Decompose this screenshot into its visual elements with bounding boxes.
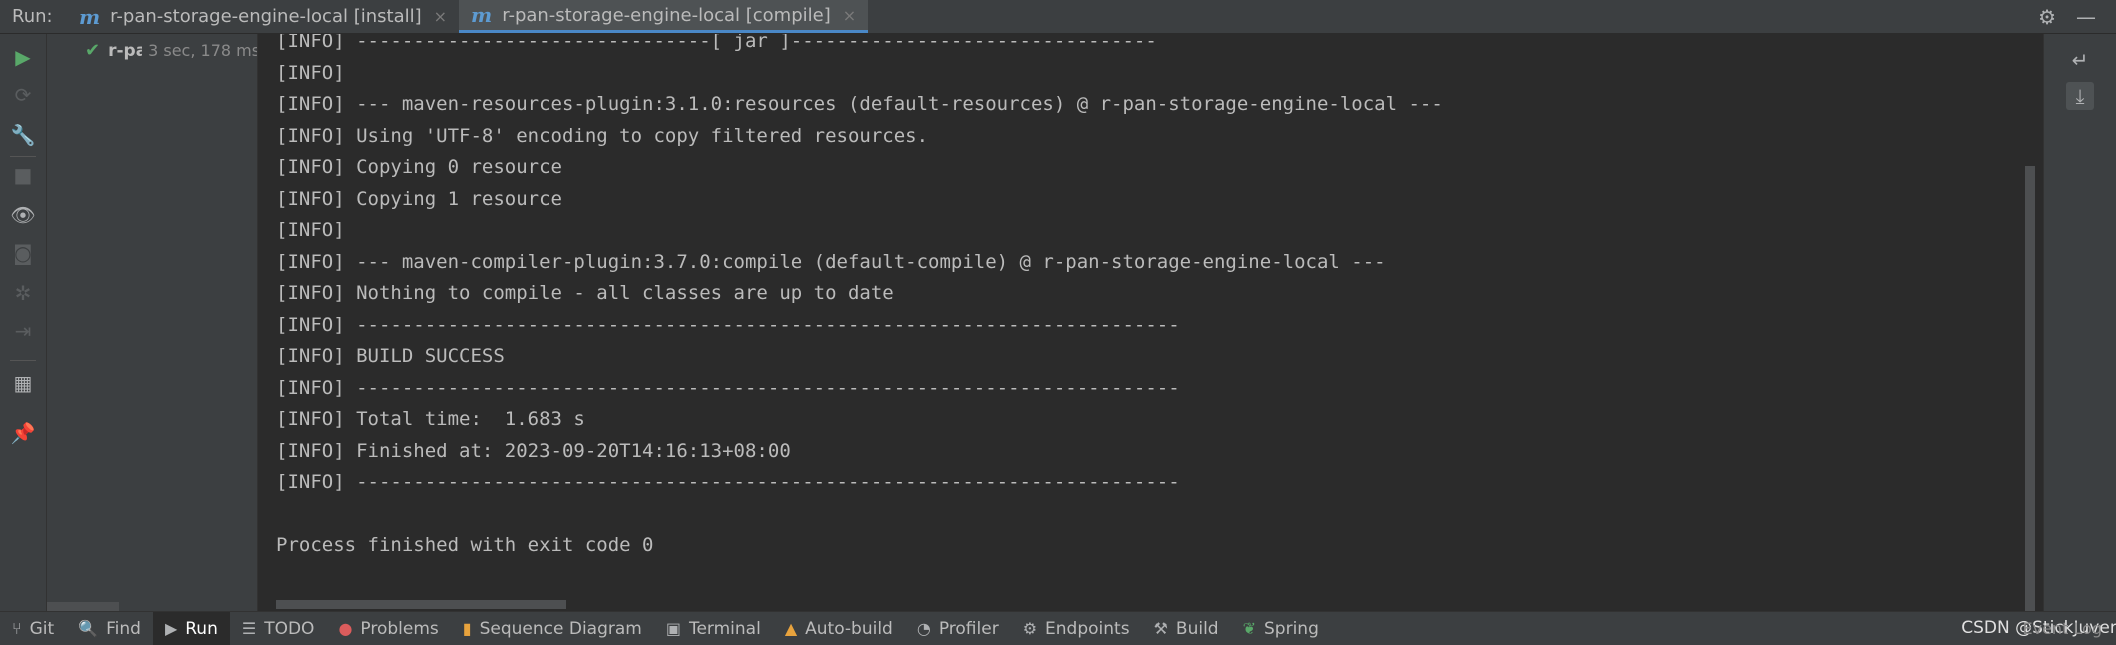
- run-toolbar: ▶ ⟳ 🔧 ■ 👁 ◙ ✲ ⇥ ▦ 📌: [0, 34, 47, 611]
- tree-scrollbar[interactable]: [47, 602, 119, 611]
- console-line: [INFO] -------------------------------[ …: [276, 34, 1157, 52]
- auto-build-tab[interactable]: ▲ Auto-build: [773, 612, 905, 645]
- console-line: [INFO]: [276, 219, 345, 241]
- endpoints-tab[interactable]: ⚙ Endpoints: [1011, 612, 1142, 645]
- search-icon: 🔍: [78, 619, 99, 638]
- exit-icon[interactable]: ⇥: [10, 318, 36, 344]
- git-label: Git: [29, 618, 55, 639]
- check-icon: ✔: [85, 40, 101, 61]
- camera-icon[interactable]: ◙: [10, 240, 36, 266]
- pin-icon[interactable]: 📌: [10, 420, 36, 446]
- maven-icon: m: [79, 4, 101, 29]
- close-icon[interactable]: ×: [434, 7, 447, 26]
- console-line: [INFO] BUILD SUCCESS: [276, 345, 505, 367]
- close-icon[interactable]: ×: [843, 6, 856, 25]
- debug-icon[interactable]: ✲: [10, 280, 36, 306]
- sequence-diagram-icon: ▮: [462, 619, 472, 638]
- console-line: [INFO] Total time: 1.683 s: [276, 408, 585, 430]
- endpoints-icon: ⚙: [1022, 619, 1038, 638]
- build-tab[interactable]: ⚒ Build: [1142, 612, 1231, 645]
- soft-wrap-icon[interactable]: ↵: [2066, 46, 2094, 74]
- console-line: [INFO] --- maven-compiler-plugin:3.7.0:c…: [276, 250, 1386, 273]
- console-line: [INFO] Copying 1 resource: [276, 187, 562, 210]
- profiler-icon: ◔: [916, 619, 931, 638]
- tree-item-time: 3 sec, 178 ms: [148, 41, 258, 60]
- auto-build-label: Auto-build: [805, 618, 893, 639]
- eye-icon[interactable]: 👁: [10, 202, 36, 228]
- endpoints-label: Endpoints: [1045, 618, 1130, 639]
- profiler-tab[interactable]: ◔ Profiler: [905, 612, 1011, 645]
- todo-tab[interactable]: ☰ TODO: [230, 612, 327, 645]
- gear-icon[interactable]: ⚙: [2038, 5, 2056, 29]
- run-tree: ✔ r-pan-storage-engine-local 3 sec, 178 …: [47, 34, 258, 611]
- horizontal-scrollbar[interactable]: [276, 600, 566, 609]
- wrench-icon[interactable]: 🔧: [10, 122, 36, 148]
- terminal-label: Terminal: [688, 618, 761, 639]
- run-tab[interactable]: ▶ Run: [152, 612, 230, 645]
- hammer-icon: ⚒: [1153, 619, 1168, 638]
- stop-icon[interactable]: ■: [10, 162, 36, 188]
- profiler-label: Profiler: [938, 618, 999, 639]
- run-label: Run:: [12, 6, 53, 27]
- run-icon: ▶: [164, 619, 178, 638]
- find-label: Find: [106, 618, 141, 639]
- warning-icon: ▲: [784, 619, 798, 638]
- run-label-bottom: Run: [185, 618, 218, 639]
- event-log-label[interactable]: Event Log: [2023, 619, 2103, 638]
- spring-icon: ❦: [1242, 619, 1256, 638]
- console-toolbar: ↵ ⤓: [2043, 34, 2116, 611]
- console-line: [INFO] Finished at: 2023-09-20T14:16:13+…: [276, 439, 791, 462]
- spring-label: Spring: [1264, 618, 1319, 639]
- console-line: [INFO]: [276, 61, 345, 84]
- scroll-to-end-icon[interactable]: ⤓: [2066, 82, 2094, 110]
- spring-tab[interactable]: ❦ Spring: [1231, 612, 1331, 645]
- watermark: CSDN @StickJuvenile Event Log: [1961, 618, 2116, 638]
- terminal-tab[interactable]: ▣ Terminal: [654, 612, 773, 645]
- console-line: [INFO] ---------------------------------…: [276, 376, 1180, 399]
- find-tab[interactable]: 🔍 Find: [66, 612, 153, 645]
- git-icon: ⑂: [12, 619, 22, 638]
- git-tab[interactable]: ⑂ Git: [0, 612, 66, 645]
- rerun-failed-icon[interactable]: ⟳: [10, 82, 36, 108]
- maven-icon: m: [471, 3, 493, 27]
- tree-item-name: r-pan-storage-engine-local: [108, 40, 142, 61]
- error-icon: ●: [338, 619, 353, 638]
- console-line: [INFO] Using 'UTF-8' encoding to copy fi…: [276, 124, 929, 147]
- console-line: [INFO] --- maven-resources-plugin:3.1.0:…: [276, 93, 1443, 115]
- console-line: Process finished with exit code 0: [276, 534, 654, 556]
- layout-icon[interactable]: ▦: [10, 370, 36, 396]
- minimize-icon[interactable]: —: [2076, 5, 2096, 29]
- tab-compile[interactable]: m r-pan-storage-engine-local [compile] ×: [459, 0, 869, 33]
- problems-label: Problems: [360, 618, 439, 639]
- console-line: [INFO] ---------------------------------…: [276, 471, 1180, 493]
- terminal-icon: ▣: [665, 619, 681, 638]
- rerun-icon[interactable]: ▶: [10, 44, 36, 70]
- build-label: Build: [1175, 618, 1219, 639]
- vertical-scrollbar[interactable]: [2025, 166, 2035, 611]
- sequence-diagram-tab[interactable]: ▮ Sequence Diagram: [451, 612, 654, 645]
- console-line: [INFO] Nothing to compile - all classes …: [276, 282, 894, 304]
- todo-label: TODO: [264, 618, 315, 639]
- sequence-diagram-label: Sequence Diagram: [479, 618, 642, 639]
- run-tabbar: Run: m r-pan-storage-engine-local [insta…: [0, 0, 2116, 34]
- problems-tab[interactable]: ● Problems: [326, 612, 450, 645]
- console-output[interactable]: [INFO] -------------------------------[ …: [258, 34, 2043, 611]
- tree-item[interactable]: ✔ r-pan-storage-engine-local 3 sec, 178 …: [85, 40, 258, 61]
- console-lines: [INFO] -------------------------------[ …: [276, 34, 1443, 562]
- tab-install[interactable]: m r-pan-storage-engine-local [install] ×: [67, 0, 459, 33]
- console-line: [INFO] ---------------------------------…: [276, 313, 1180, 336]
- tool-window-bar: ⑂ Git 🔍 Find ▶ Run ☰ TODO ● Problems ▮ Sequenc…: [0, 611, 2116, 645]
- console-line: [INFO] Copying 0 resource: [276, 156, 562, 178]
- tab-compile-label: r-pan-storage-engine-local [compile]: [502, 4, 831, 26]
- list-icon: ☰: [241, 619, 257, 638]
- tab-install-label: r-pan-storage-engine-local [install]: [110, 6, 422, 27]
